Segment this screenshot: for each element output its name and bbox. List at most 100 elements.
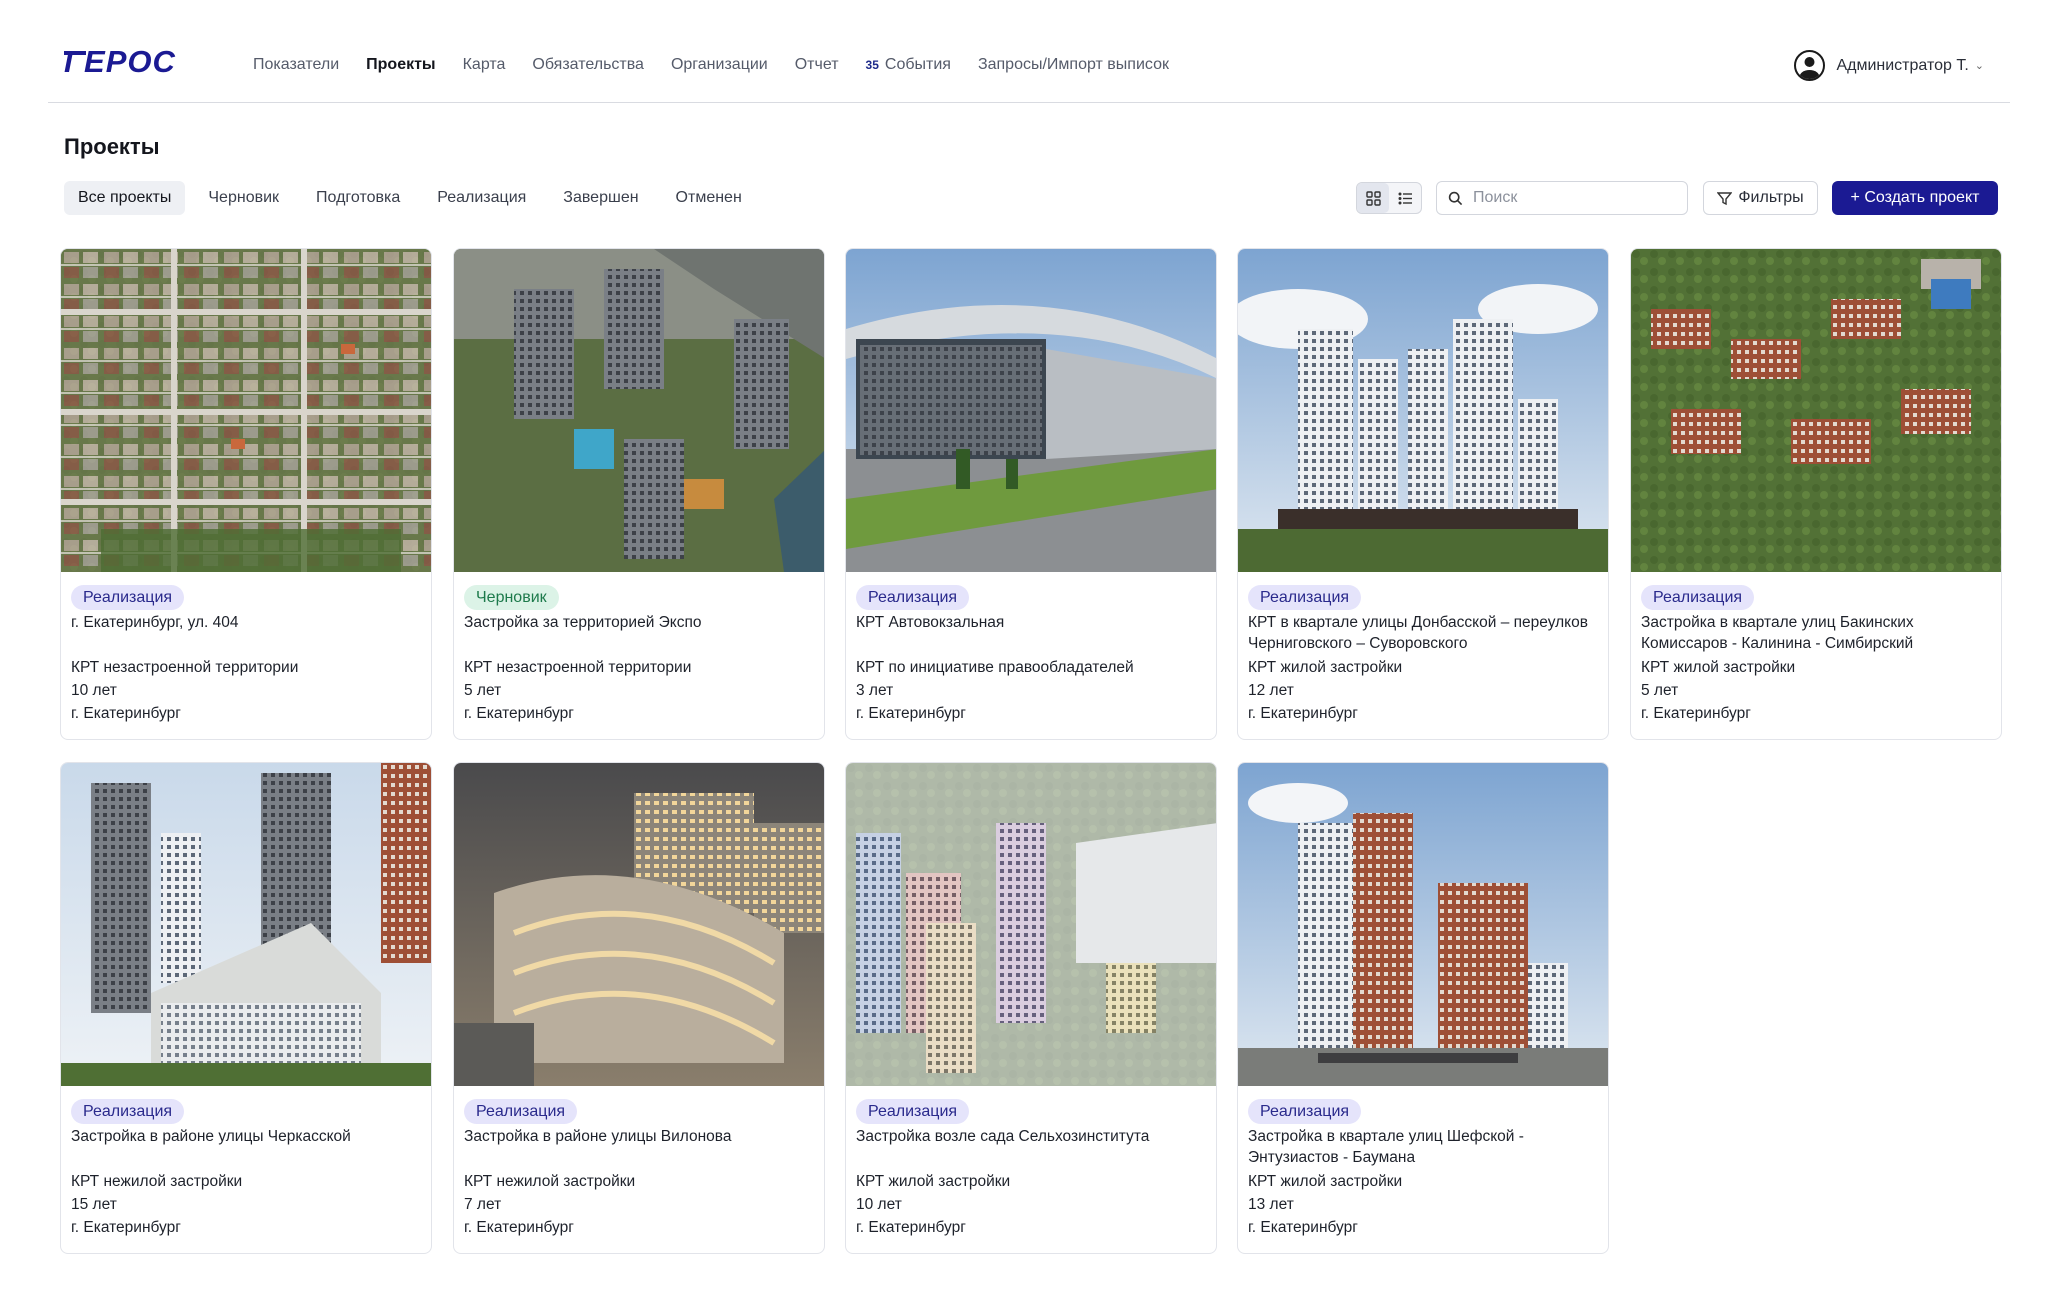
project-city: г. Екатеринбург	[71, 1219, 181, 1236]
status-badge: Реализация	[1641, 585, 1755, 610]
project-title: Застройка в районе улицы Черкасской	[71, 1128, 351, 1145]
create-project-button[interactable]: + Создать проект	[1832, 181, 1998, 215]
filters-button[interactable]: Фильтры	[1703, 181, 1818, 215]
list-view-button[interactable]	[1389, 183, 1421, 213]
project-term: 10 лет	[71, 682, 117, 699]
status-badge: Реализация	[71, 585, 185, 610]
nav-item-requests-import[interactable]: Запросы/Импорт выписок	[978, 56, 1169, 74]
view-toggle	[1356, 182, 1422, 214]
tab-preparation[interactable]: Подготовка	[302, 181, 414, 215]
project-term: 3 лет	[856, 682, 894, 699]
project-image	[1238, 763, 1608, 1086]
project-type: КРТ нежилой застройки	[464, 1173, 636, 1190]
filter-icon	[1717, 191, 1733, 205]
status-badge: Реализация	[1248, 585, 1362, 610]
tab-implementation[interactable]: Реализация	[423, 181, 540, 215]
project-card[interactable]: Реализация Застройка в квартале улиц Бак…	[1630, 248, 2002, 740]
project-image	[61, 249, 431, 572]
project-type: КРТ нежилой застройки	[71, 1173, 243, 1190]
project-type: КРТ по инициативе правообладателей	[856, 659, 1134, 676]
logo[interactable]: ГЕРОС	[64, 44, 214, 80]
project-card[interactable]: Реализация КРТ в квартале улицы Донбасск…	[1237, 248, 1609, 740]
user-menu[interactable]: Администратор Т. ⌄	[1794, 50, 1984, 81]
status-badge: Реализация	[1248, 1099, 1362, 1124]
project-city: г. Екатеринбург	[1248, 705, 1358, 722]
project-title: Застройка в районе улицы Вилонова	[464, 1128, 732, 1145]
nav-item-projects[interactable]: Проекты	[366, 56, 435, 74]
nav-item-report[interactable]: Отчет	[795, 56, 839, 74]
nav-label: Организации	[670, 56, 768, 73]
project-title: Застройка в квартале улиц Бакинских Коми…	[1641, 614, 1914, 652]
project-term: 7 лет	[464, 1196, 502, 1213]
nav-label: События	[884, 56, 951, 73]
filters-label: Фильтры	[1738, 189, 1804, 206]
project-image	[846, 249, 1216, 572]
chevron-down-icon: ⌄	[1974, 60, 1984, 72]
status-badge: Реализация	[856, 585, 970, 610]
nav-item-organizations[interactable]: Организации	[671, 56, 768, 74]
project-city: г. Екатеринбург	[464, 705, 574, 722]
project-card[interactable]: Реализация Застройка в квартале улиц Шеф…	[1237, 762, 1609, 1254]
project-card[interactable]: Реализация г. Екатеринбург, ул. 404 КРТ …	[60, 248, 432, 740]
project-type: КРТ незастроенной территории	[464, 659, 692, 676]
project-city: г. Екатеринбург	[71, 705, 181, 722]
project-title: Застройка за территорией Экспо	[464, 614, 702, 631]
project-image	[454, 763, 824, 1086]
grid-icon	[1365, 190, 1381, 206]
top-navigation: ГЕРОС Показатели Проекты Карта Обязатель…	[48, 0, 2010, 103]
project-term: 12 лет	[1248, 682, 1294, 699]
project-card[interactable]: Реализация Застройка в районе улицы Черк…	[60, 762, 432, 1254]
project-city: г. Екатеринбург	[1248, 1219, 1358, 1236]
nav-label: Обязательства	[532, 56, 644, 73]
create-project-label: + Создать проект	[1850, 189, 1980, 206]
project-image	[1631, 249, 2001, 572]
status-tabs: Все проекты Черновик Подготовка Реализац…	[64, 181, 765, 215]
project-term: 10 лет	[856, 1196, 902, 1213]
status-badge: Реализация	[464, 1099, 578, 1124]
page-title: Проекты	[64, 134, 160, 159]
project-image	[61, 763, 431, 1086]
tab-cancelled[interactable]: Отменен	[662, 181, 756, 215]
project-title: Застройка в квартале улиц Шефской - Энту…	[1248, 1128, 1524, 1166]
project-city: г. Екатеринбург	[856, 1219, 966, 1236]
status-badge: Черновик	[464, 585, 559, 610]
project-term: 5 лет	[1641, 682, 1679, 699]
project-card[interactable]: Реализация Застройка возле сада Сельхози…	[845, 762, 1217, 1254]
list-icon	[1398, 192, 1412, 204]
nav-item-indicators[interactable]: Показатели	[253, 56, 339, 74]
user-avatar-icon	[1794, 50, 1826, 81]
project-type: КРТ жилой застройки	[1248, 1173, 1403, 1190]
project-card[interactable]: Реализация Застройка в районе улицы Вило…	[453, 762, 825, 1254]
project-type: КРТ жилой застройки	[1248, 659, 1403, 676]
nav-label: Запросы/Импорт выписок	[977, 56, 1169, 73]
project-image	[846, 763, 1216, 1086]
project-card[interactable]: Черновик Застройка за территорией Экспо …	[453, 248, 825, 740]
main-nav: Показатели Проекты Карта Обязательства О…	[253, 56, 1196, 74]
project-city: г. Екатеринбург	[856, 705, 966, 722]
grid-view-button[interactable]	[1357, 183, 1389, 213]
nav-item-map[interactable]: Карта	[463, 56, 506, 74]
nav-item-events[interactable]: 35 События	[866, 56, 951, 74]
nav-item-obligations[interactable]: Обязательства	[532, 56, 644, 74]
svg-text:ГЕРОС: ГЕРОС	[64, 44, 176, 79]
project-city: г. Екатеринбург	[464, 1219, 574, 1236]
project-title: Застройка возле сада Сельхозинститута	[856, 1128, 1150, 1145]
tab-draft[interactable]: Черновик	[194, 181, 293, 215]
nav-label: Показатели	[253, 56, 340, 73]
project-card[interactable]: Реализация КРТ Автовокзальная КРТ по ини…	[845, 248, 1217, 740]
project-term: 15 лет	[71, 1196, 117, 1213]
project-title: КРТ Автовокзальная	[856, 614, 1005, 631]
nav-label: Проекты	[366, 56, 436, 73]
tab-all-projects[interactable]: Все проекты	[64, 181, 186, 215]
project-image	[454, 249, 824, 572]
project-term: 13 лет	[1248, 1196, 1294, 1213]
search-field[interactable]	[1436, 181, 1688, 215]
project-title: КРТ в квартале улицы Донбасской – переул…	[1248, 614, 1588, 652]
project-image	[1238, 249, 1608, 572]
events-count-badge: 35	[865, 58, 879, 72]
nav-label: Отчет	[794, 56, 839, 73]
project-city: г. Екатеринбург	[1641, 705, 1751, 722]
search-input[interactable]	[1471, 188, 1675, 208]
tab-completed[interactable]: Завершен	[549, 181, 652, 215]
status-badge: Реализация	[71, 1099, 185, 1124]
